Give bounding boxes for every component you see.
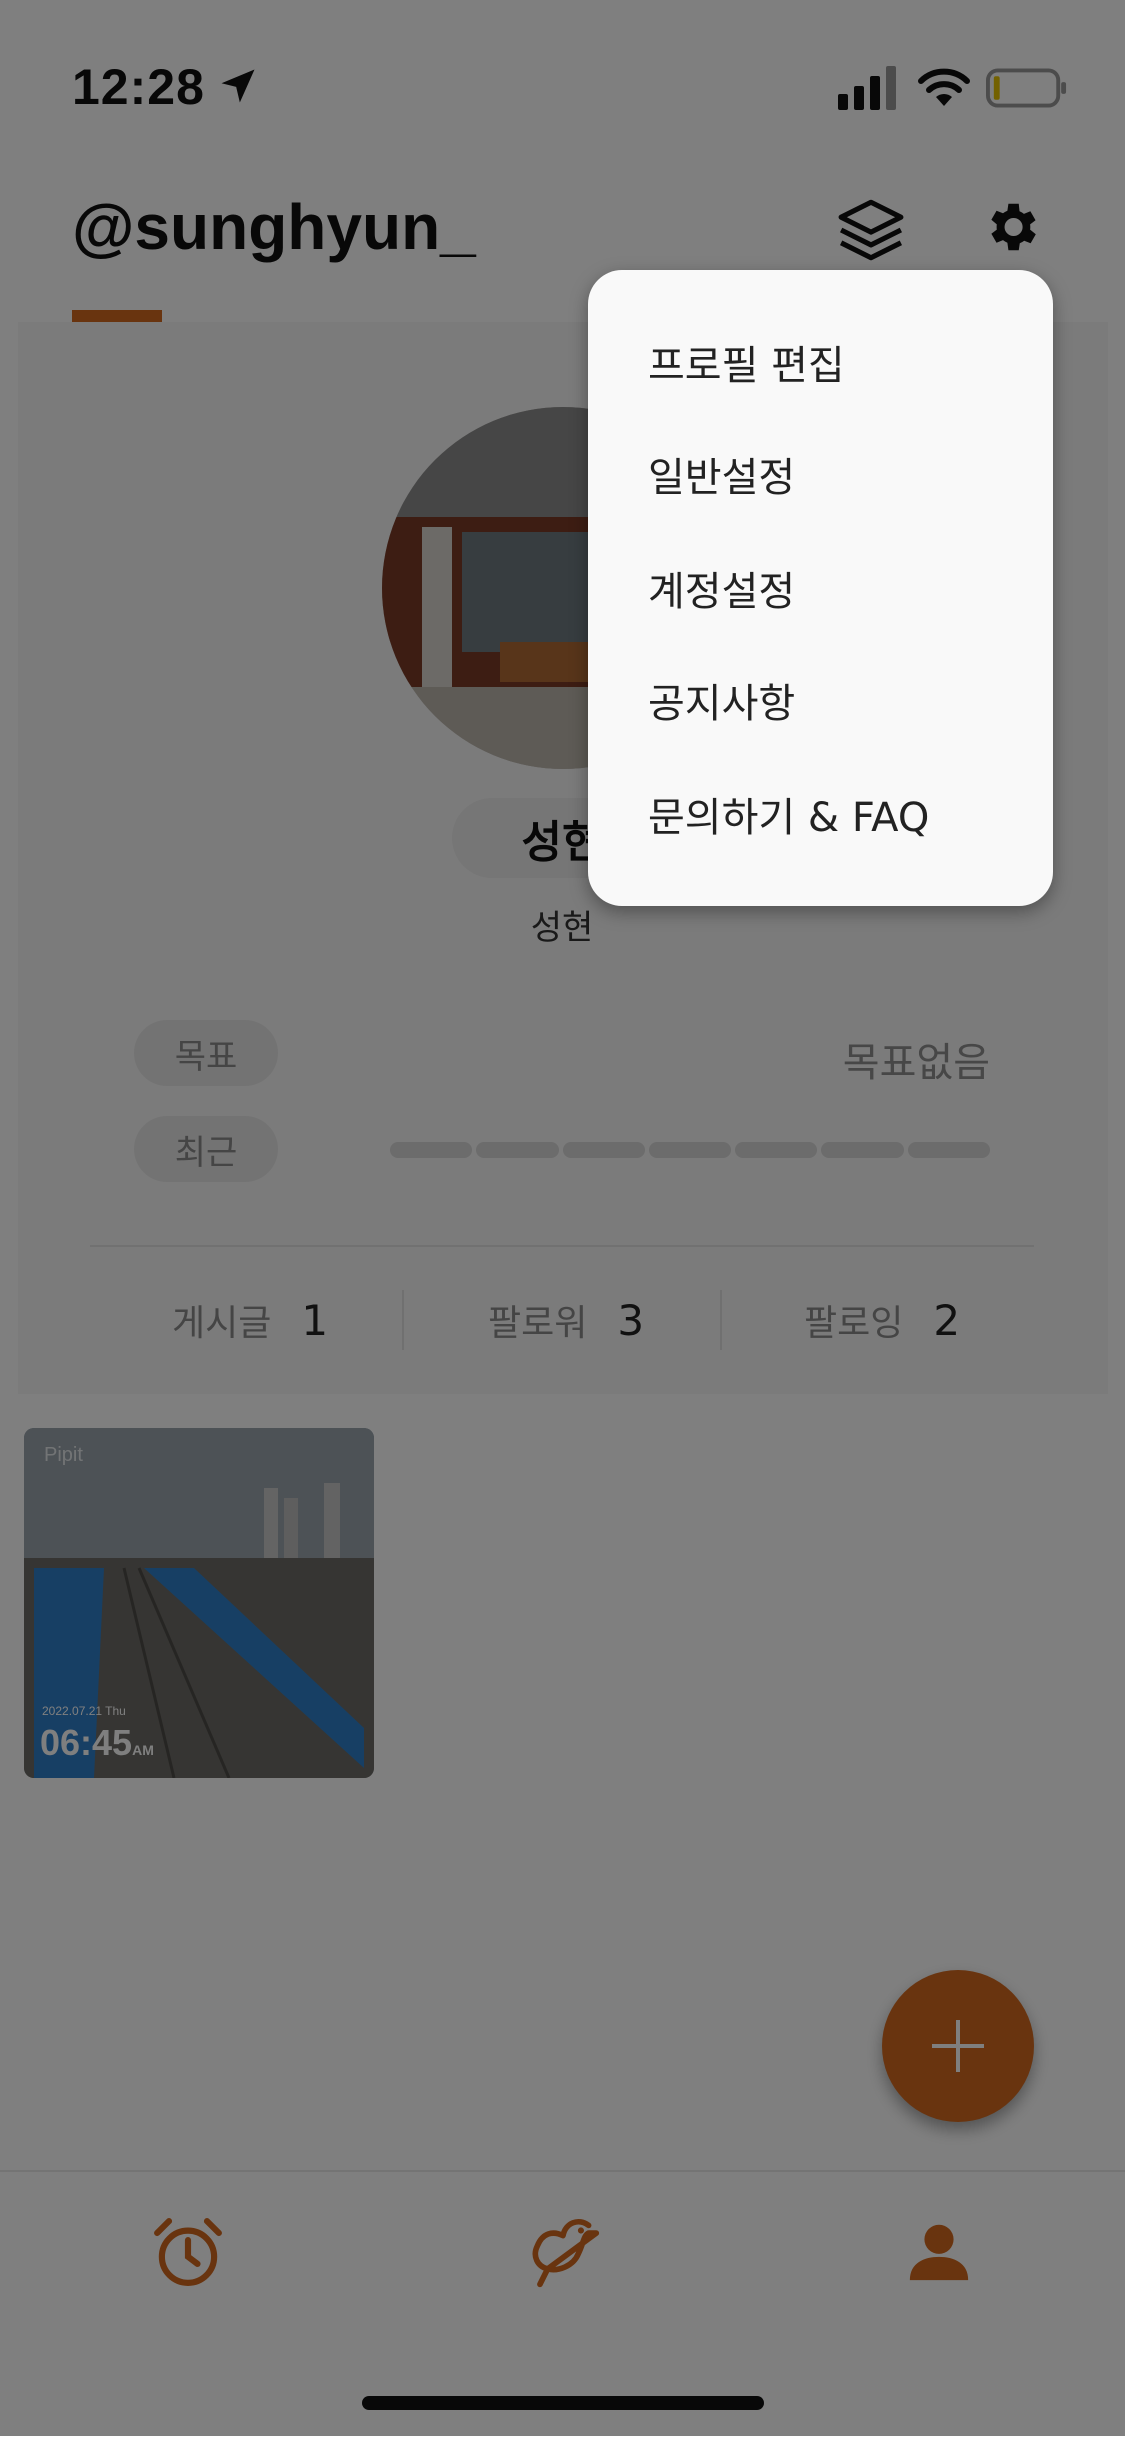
menu-item-inquiry-faq[interactable]: 문의하기 & FAQ bbox=[648, 774, 1028, 854]
menu-item-general-settings[interactable]: 일반설정 bbox=[648, 434, 1028, 514]
settings-menu: 프로필 편집 일반설정 계정설정 공지사항 문의하기 & FAQ bbox=[588, 270, 1053, 906]
menu-item-notices[interactable]: 공지사항 bbox=[648, 660, 1028, 740]
menu-item-account-settings[interactable]: 계정설정 bbox=[648, 548, 1028, 628]
menu-item-edit-profile[interactable]: 프로필 편집 bbox=[648, 322, 1028, 402]
